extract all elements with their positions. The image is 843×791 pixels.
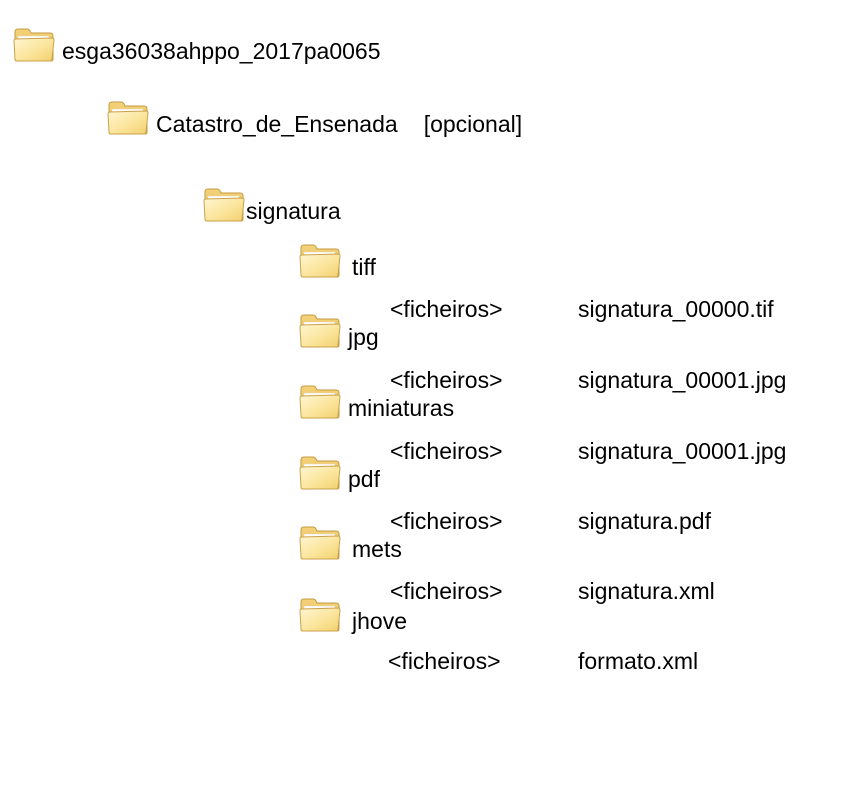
subfolder-label: tiff [352, 254, 376, 280]
folder-icon [298, 524, 342, 562]
folder-icon [298, 312, 342, 350]
tree-node-tiff[interactable]: tiff [298, 236, 376, 280]
subfolder-label: miniaturas [348, 395, 455, 421]
subfolder-label: jpg [348, 324, 379, 350]
file-name[interactable]: signatura_00000.tif [578, 296, 774, 322]
tree-node-miniaturas[interactable]: miniaturas [298, 377, 454, 421]
signatura-folder-label: signatura [246, 198, 341, 224]
optional-note: [opcional] [423, 111, 523, 137]
files-tag: <ficheiros> [390, 438, 503, 464]
tree-node-root[interactable]: esga36038ahppo_2017pa0065 [12, 20, 381, 64]
folder-icon [202, 186, 246, 224]
tree-node-jhove[interactable]: jhove [298, 590, 407, 634]
file-name[interactable]: signatura_00001.jpg [578, 367, 786, 393]
tree-node-jpg[interactable]: jpg [298, 306, 379, 350]
file-name[interactable]: signatura.pdf [578, 508, 711, 534]
tree-node-mets[interactable]: mets [298, 518, 402, 562]
folder-icon [298, 454, 342, 492]
file-name[interactable]: signatura_00001.jpg [578, 438, 786, 464]
folder-icon [106, 99, 150, 137]
folder-icon [298, 242, 342, 280]
subfolder-label: mets [352, 536, 402, 562]
folder-icon [298, 383, 342, 421]
tree-node-signatura[interactable]: signatura [202, 180, 341, 224]
folder-icon [12, 26, 56, 64]
tree-node-pdf[interactable]: pdf [298, 448, 380, 492]
root-folder-label: esga36038ahppo_2017pa0065 [62, 38, 381, 64]
file-name[interactable]: formato.xml [578, 648, 698, 674]
tree-node-catastro[interactable]: Catastro_de_Ensenada [opcional] [106, 93, 522, 137]
catastro-folder-label: Catastro_de_Ensenada [156, 111, 398, 137]
files-tag: <ficheiros> [390, 296, 503, 322]
subfolder-label: pdf [348, 466, 380, 492]
files-tag: <ficheiros> [388, 648, 501, 674]
subfolder-label: jhove [352, 608, 407, 634]
folder-icon [298, 596, 342, 634]
files-tag: <ficheiros> [390, 508, 503, 534]
file-name[interactable]: signatura.xml [578, 578, 715, 604]
